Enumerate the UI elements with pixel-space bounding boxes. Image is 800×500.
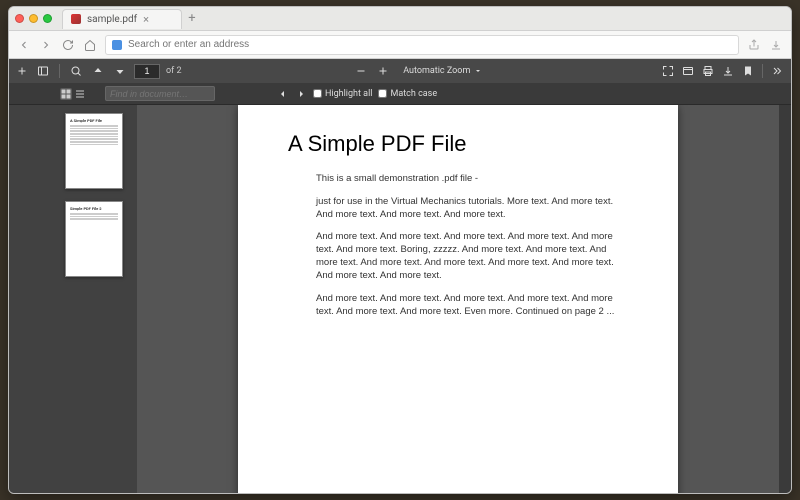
add-tab-icon[interactable]	[15, 63, 29, 79]
thumbnail-page-2[interactable]: Simple PDF File 2	[65, 201, 123, 277]
highlight-all-label: Highlight all	[325, 89, 372, 99]
find-button[interactable]	[68, 63, 84, 79]
match-case-label: Match case	[390, 89, 437, 99]
reload-button[interactable]	[61, 38, 75, 52]
left-gutter	[9, 105, 51, 493]
tools-menu-button[interactable]	[769, 63, 785, 79]
document-para-1: just for use in the Virtual Mechanics tu…	[316, 196, 624, 222]
separator	[59, 64, 60, 78]
highlight-all-input[interactable]	[313, 89, 322, 98]
url-input[interactable]	[128, 39, 732, 50]
find-input[interactable]	[105, 86, 215, 101]
presentation-mode-button[interactable]	[660, 63, 676, 79]
maximize-window-button[interactable]	[43, 14, 52, 23]
zoom-select[interactable]: Automatic Zoom	[397, 64, 488, 78]
separator	[762, 64, 763, 78]
thumbnail-2-title: Simple PDF File 2	[70, 206, 118, 211]
next-page-button[interactable]	[112, 63, 128, 79]
browser-tab[interactable]: sample.pdf ×	[62, 9, 182, 29]
zoom-out-button[interactable]	[353, 63, 369, 79]
download-button[interactable]	[720, 63, 736, 79]
forward-button[interactable]	[39, 38, 53, 52]
pdf-viewer[interactable]: A Simple PDF File This is a small demons…	[137, 105, 779, 493]
close-window-button[interactable]	[15, 14, 24, 23]
pdf-page-1: A Simple PDF File This is a small demons…	[238, 105, 678, 493]
minimize-window-button[interactable]	[29, 14, 38, 23]
url-box[interactable]	[105, 35, 739, 55]
document-intro: This is a small demonstration .pdf file …	[316, 173, 624, 186]
find-bar: Highlight all Match case	[9, 83, 791, 105]
bookmark-button[interactable]	[740, 63, 756, 79]
match-case-input[interactable]	[378, 89, 387, 98]
browser-window: sample.pdf × +	[8, 6, 792, 494]
chevron-down-icon	[474, 67, 482, 75]
thumbnail-view-button[interactable]	[60, 88, 72, 100]
zoom-value: Automatic Zoom	[403, 66, 470, 76]
share-button[interactable]	[747, 38, 761, 52]
address-bar	[9, 31, 791, 59]
tab-strip: sample.pdf × +	[9, 7, 791, 31]
find-prev-button[interactable]	[277, 88, 289, 100]
toggle-sidebar-button[interactable]	[35, 63, 51, 79]
home-button[interactable]	[83, 38, 97, 52]
site-identity-icon	[112, 40, 122, 50]
pdf-toolbar: of 2 Automatic Zoom	[9, 59, 791, 83]
highlight-all-checkbox[interactable]: Highlight all	[313, 89, 372, 99]
window-controls	[15, 14, 52, 23]
document-para-3: And more text. And more text. And more t…	[316, 293, 624, 319]
tab-close-button[interactable]: ×	[143, 13, 149, 26]
outline-view-button[interactable]	[74, 88, 86, 100]
zoom-in-button[interactable]	[375, 63, 391, 79]
downloads-button[interactable]	[769, 38, 783, 52]
thumbnail-page-1[interactable]: A Simple PDF File	[65, 113, 123, 189]
open-file-button[interactable]	[680, 63, 696, 79]
back-button[interactable]	[17, 38, 31, 52]
pdf-favicon	[71, 14, 81, 24]
page-count-label: of 2	[166, 66, 182, 76]
match-case-checkbox[interactable]: Match case	[378, 89, 437, 99]
new-tab-button[interactable]: +	[182, 11, 202, 26]
find-next-button[interactable]	[295, 88, 307, 100]
document-title: A Simple PDF File	[288, 131, 624, 157]
page-number-input[interactable]	[134, 64, 160, 79]
vertical-scrollbar[interactable]	[779, 105, 791, 493]
thumbnail-1-title: A Simple PDF File	[70, 118, 118, 123]
pdf-content-area: A Simple PDF File Simple PDF File 2 A Si…	[9, 105, 791, 493]
prev-page-button[interactable]	[90, 63, 106, 79]
thumbnail-panel: A Simple PDF File Simple PDF File 2	[51, 105, 137, 493]
print-button[interactable]	[700, 63, 716, 79]
document-para-2: And more text. And more text. And more t…	[316, 231, 624, 282]
tab-title: sample.pdf	[87, 14, 137, 25]
